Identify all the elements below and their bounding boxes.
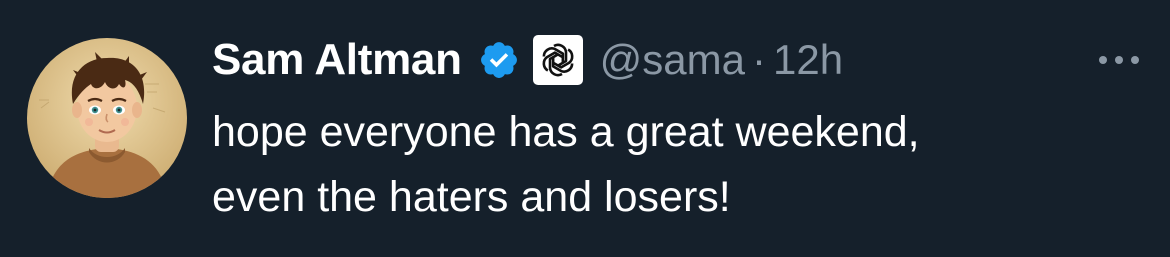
author-handle[interactable]: @sama: [600, 36, 745, 84]
tweet[interactable]: Sam Altman @sama · 12h hope everyone has…: [0, 0, 1170, 257]
openai-logo-icon[interactable]: [532, 34, 584, 86]
author-name[interactable]: Sam Altman: [212, 35, 462, 85]
verified-badge-icon[interactable]: [478, 39, 520, 81]
tweet-text: hope everyone has a great weekend, even …: [212, 100, 1142, 230]
separator-dot: ·: [752, 36, 767, 83]
avatar-image: [27, 38, 187, 198]
timestamp[interactable]: 12h: [773, 36, 843, 84]
more-options-icon[interactable]: [1096, 52, 1142, 68]
tweet-header: Sam Altman @sama · 12h: [212, 30, 843, 90]
avatar[interactable]: [27, 38, 187, 198]
tweet-text-line: hope everyone has a great weekend,: [212, 108, 920, 156]
tweet-text-line: even the haters and losers!: [212, 173, 731, 221]
